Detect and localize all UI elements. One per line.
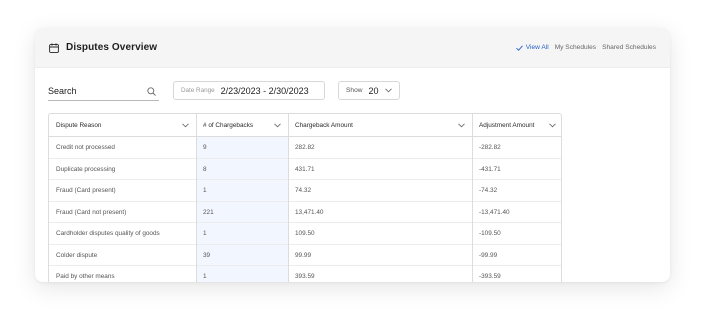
chargeback-amount-cell: 282.82: [295, 144, 315, 152]
chargebacks-cell: 1: [203, 230, 207, 238]
adjustment-amount-cell: -99.99: [479, 251, 498, 259]
chargeback-amount-cell: 99.99: [295, 251, 311, 259]
column-header-label: Dispute Reason: [56, 122, 102, 129]
adjustment-amount-cell: -74.32: [479, 187, 498, 195]
dispute-reason-cell: Credit not processed: [56, 144, 115, 152]
view-all-label: View All: [525, 44, 549, 51]
column-header-label: Chargeback Amount: [295, 122, 353, 129]
chargebacks-cell: 1: [203, 187, 207, 195]
dispute-reason-cell: Paid by other means: [56, 273, 115, 281]
chargeback-amount-cell: 431.71: [295, 165, 315, 173]
chevron-down-icon[interactable]: [458, 123, 465, 128]
my-schedules-link[interactable]: My Schedules: [555, 44, 596, 51]
table-row[interactable]: Duplicate processing 8 431.71 -431.71: [49, 159, 561, 180]
dispute-reason-cell: Fraud (Card present): [56, 187, 116, 195]
chargeback-amount-cell: 13,471.40: [295, 208, 324, 216]
search-input[interactable]: Search: [48, 84, 159, 101]
chevron-down-icon[interactable]: [549, 123, 556, 128]
column-divider: [472, 114, 473, 282]
column-divider: [196, 114, 197, 282]
table-row[interactable]: Credit not processed 9 282.82 -282.82: [49, 137, 561, 159]
chargebacks-cell: 8: [203, 165, 207, 173]
show-count-select[interactable]: Show 20: [338, 81, 400, 100]
date-range-label: Date Range: [181, 87, 215, 94]
adjustment-amount-cell: -282.82: [479, 144, 501, 152]
chevron-down-icon[interactable]: [274, 123, 281, 128]
show-label: Show: [346, 87, 363, 94]
search-label: Search: [48, 86, 77, 96]
show-value: 20: [368, 85, 379, 96]
dispute-reason-cell: Duplicate processing: [56, 165, 116, 173]
dispute-reason-cell: Cardholder disputes quality of goods: [56, 230, 160, 238]
column-divider: [288, 114, 289, 282]
column-header-dispute-reason[interactable]: Dispute Reason: [49, 114, 196, 137]
card-header: Disputes Overview View All My Schedules …: [35, 28, 670, 68]
column-header-label: # of Chargebacks: [203, 122, 254, 129]
chargebacks-cell: 1: [203, 273, 207, 281]
chargebacks-cell: 39: [203, 251, 211, 259]
chevron-down-icon: [384, 88, 392, 93]
title-group: Disputes Overview: [49, 42, 157, 53]
adjustment-amount-cell: -109.50: [479, 230, 501, 238]
column-header-chargebacks[interactable]: # of Chargebacks: [196, 114, 288, 137]
chargebacks-cell: 9: [203, 144, 207, 152]
calendar-icon: [49, 42, 59, 53]
chargebacks-cell: 221: [203, 208, 214, 216]
table-row[interactable]: Paid by other means 1 393.59 -393.59: [49, 266, 561, 282]
disputes-card: Disputes Overview View All My Schedules …: [35, 28, 670, 282]
search-icon[interactable]: [147, 87, 156, 96]
table-row[interactable]: Colder dispute 39 99.99 -99.99: [49, 245, 561, 266]
table-row[interactable]: Fraud (Card not present) 221 13,471.40 -13,…: [49, 202, 561, 223]
check-icon: [515, 45, 523, 51]
table-header: Dispute Reason # of Chargebacks Chargeba…: [49, 114, 561, 137]
adjustment-amount-cell: -393.59: [479, 273, 501, 281]
chargeback-amount-cell: 393.59: [295, 273, 315, 281]
view-all-link[interactable]: View All: [515, 44, 549, 51]
column-header-label: Adjustment Amount: [479, 122, 535, 129]
chargeback-amount-cell: 109.50: [295, 230, 315, 238]
chargeback-amount-cell: 74.32: [295, 187, 311, 195]
page-title: Disputes Overview: [66, 42, 158, 53]
adjustment-amount-cell: -13,471.40: [479, 208, 510, 216]
shared-schedules-link[interactable]: Shared Schedules: [602, 44, 656, 51]
date-range-picker[interactable]: Date Range 2/23/2023 - 2/30/2023: [173, 81, 325, 100]
schedule-links: View All My Schedules Shared Schedules: [515, 44, 656, 51]
dispute-reason-cell: Colder dispute: [56, 251, 98, 259]
column-header-chargeback-amount[interactable]: Chargeback Amount: [288, 114, 472, 137]
table-row[interactable]: Fraud (Card present) 1 74.32 -74.32: [49, 180, 561, 202]
column-header-adjustment-amount[interactable]: Adjustment Amount: [472, 114, 561, 137]
date-range-value: 2/23/2023 - 2/30/2023: [220, 85, 309, 96]
dispute-reason-cell: Fraud (Card not present): [56, 208, 127, 216]
disputes-table: Dispute Reason # of Chargebacks Chargeba…: [48, 113, 562, 282]
adjustment-amount-cell: -431.71: [479, 165, 501, 173]
table-row[interactable]: Cardholder disputes quality of goods 1 109…: [49, 223, 561, 245]
chevron-down-icon[interactable]: [182, 123, 189, 128]
